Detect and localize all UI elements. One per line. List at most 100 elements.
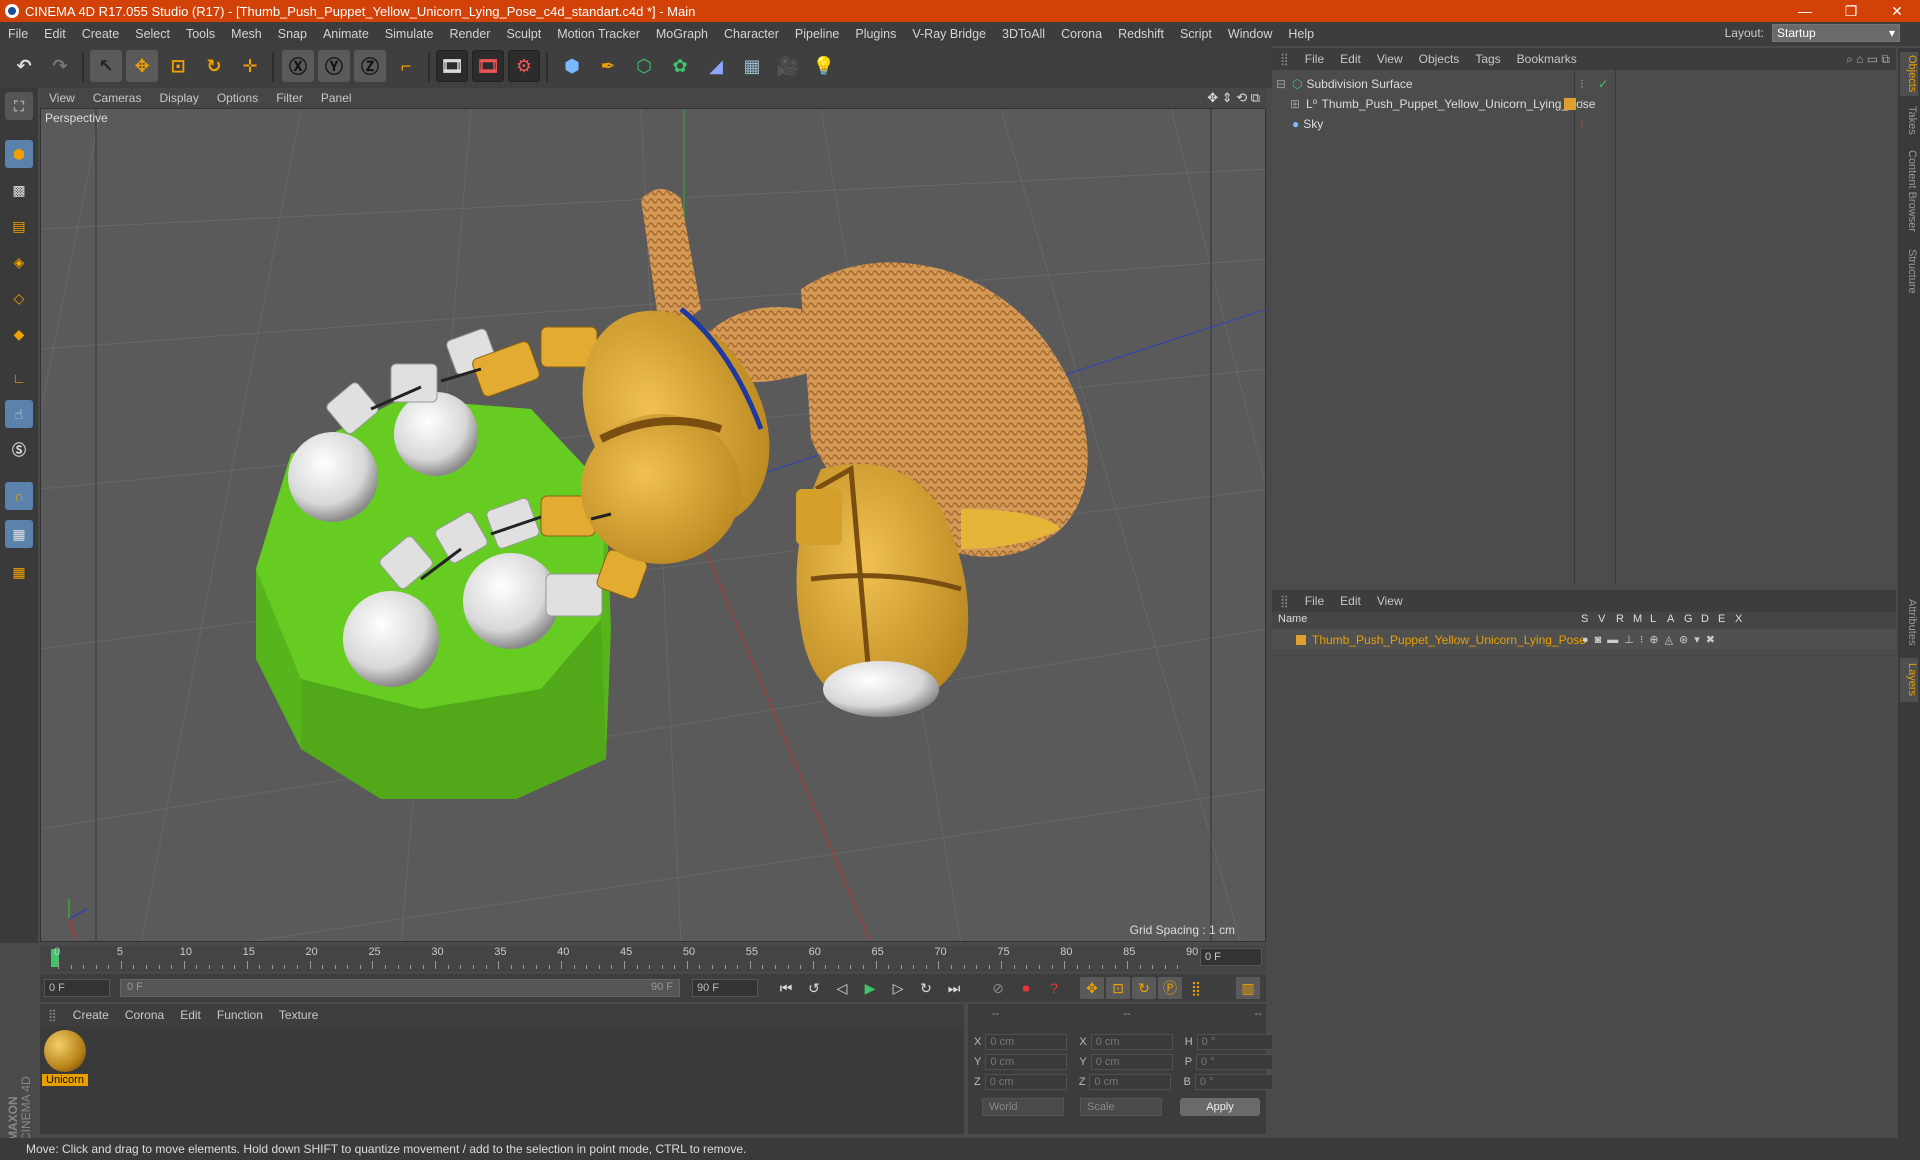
- menu-tools[interactable]: Tools: [178, 27, 223, 41]
- layer-col-solo[interactable]: S: [1581, 613, 1588, 625]
- material-menu-function[interactable]: Function: [209, 1008, 271, 1022]
- light-icon[interactable]: 💡: [808, 50, 840, 82]
- side-tab-structure[interactable]: Structure: [1900, 244, 1918, 298]
- menu-help[interactable]: Help: [1280, 27, 1322, 41]
- previous-frame-icon[interactable]: ◁: [830, 977, 854, 999]
- size-x-field[interactable]: 0 cm: [1090, 1034, 1173, 1050]
- texture-mode-icon[interactable]: ▩: [5, 176, 33, 204]
- menu-redshift[interactable]: Redshift: [1110, 27, 1172, 41]
- key-scale-icon[interactable]: ⊡: [1106, 977, 1130, 999]
- layer-color-icon[interactable]: [1296, 634, 1306, 645]
- objects-menu-edit[interactable]: Edit: [1332, 52, 1369, 66]
- restore-icon[interactable]: ❐: [1828, 0, 1874, 22]
- layer-col-deformers[interactable]: D: [1701, 613, 1709, 625]
- snapping-icon[interactable]: Ⓢ: [5, 436, 33, 464]
- visibility-dots-icon[interactable]: ⁝: [1580, 97, 1584, 111]
- cube-object-icon[interactable]: ⬢: [556, 50, 588, 82]
- magnet-icon[interactable]: ∩: [5, 482, 33, 510]
- autokey-icon[interactable]: ⏺: [1014, 977, 1038, 999]
- viewport-menu-cameras[interactable]: Cameras: [84, 91, 151, 105]
- coordinate-system-icon[interactable]: ⌐: [390, 50, 422, 82]
- material-swatch[interactable]: Unicorn: [42, 1030, 88, 1090]
- polygons-mode-icon[interactable]: ◆: [5, 320, 33, 348]
- redo-icon[interactable]: ↷: [44, 50, 76, 82]
- menu-select[interactable]: Select: [127, 27, 178, 41]
- layer-col-view[interactable]: V: [1598, 613, 1605, 625]
- end-frame-field[interactable]: 90 F: [692, 979, 758, 997]
- menu-pipeline[interactable]: Pipeline: [787, 27, 847, 41]
- menu-3dtoall[interactable]: 3DToAll: [994, 27, 1053, 41]
- position-z-field[interactable]: 0 cm: [984, 1074, 1067, 1090]
- edges-mode-icon[interactable]: ◇: [5, 284, 33, 312]
- side-tab-layers[interactable]: Layers: [1900, 658, 1918, 702]
- object-row-puppet[interactable]: ⊞ L⁰ Thumb_Push_Puppet_Yellow_Unicorn_Ly…: [1272, 94, 1896, 113]
- visibility-dots-icon[interactable]: ⁝: [1580, 117, 1584, 131]
- layer-switches-icon[interactable]: ●◙▬⊥⁝⊕◬⊛▾✖: [1582, 633, 1721, 646]
- objects-menu-view[interactable]: View: [1369, 52, 1411, 66]
- side-tab-takes[interactable]: Takes: [1900, 102, 1918, 138]
- position-x-field[interactable]: 0 cm: [985, 1034, 1068, 1050]
- objects-menu-tags[interactable]: Tags: [1467, 52, 1508, 66]
- z-axis-lock-icon[interactable]: Ⓩ: [354, 50, 386, 82]
- current-frame-field[interactable]: 0 F: [1200, 948, 1262, 966]
- axis-mode-icon[interactable]: ∟: [5, 364, 33, 392]
- viewport-menu-view[interactable]: View: [40, 91, 84, 105]
- render-view-icon[interactable]: 🎞: [436, 50, 468, 82]
- points-mode-icon[interactable]: ◈: [5, 248, 33, 276]
- menu-file[interactable]: File: [0, 27, 36, 41]
- cloner-icon[interactable]: ✿: [664, 50, 696, 82]
- tweak-mode-icon[interactable]: ☝: [5, 400, 33, 428]
- viewport-menu-panel[interactable]: Panel: [312, 91, 361, 105]
- visibility-dots-icon[interactable]: ⁝: [1580, 77, 1584, 91]
- layer-col-animation[interactable]: A: [1667, 613, 1674, 625]
- go-to-start-icon[interactable]: ⏮: [774, 977, 798, 999]
- world-dropdown[interactable]: World: [982, 1098, 1064, 1116]
- undo-icon[interactable]: ↶: [8, 50, 40, 82]
- record-keys-icon[interactable]: ⊘: [986, 977, 1010, 999]
- objects-menu-bookmarks[interactable]: Bookmarks: [1509, 52, 1585, 66]
- material-menu-edit[interactable]: Edit: [172, 1008, 209, 1022]
- menu-plugins[interactable]: Plugins: [847, 27, 904, 41]
- make-editable-icon[interactable]: ⛶: [5, 92, 33, 120]
- menu-snap[interactable]: Snap: [270, 27, 315, 41]
- material-menu-corona[interactable]: Corona: [117, 1008, 172, 1022]
- menu-animate[interactable]: Animate: [315, 27, 377, 41]
- layers-menu-view[interactable]: View: [1369, 594, 1411, 608]
- viewport-menu-display[interactable]: Display: [150, 91, 207, 105]
- menu-mesh[interactable]: Mesh: [223, 27, 270, 41]
- menu-script[interactable]: Script: [1172, 27, 1220, 41]
- locked-workplane-icon[interactable]: ▦: [5, 520, 33, 548]
- layer-col-name[interactable]: Name: [1278, 613, 1307, 625]
- menu-character[interactable]: Character: [716, 27, 787, 41]
- material-tag-icon[interactable]: [1564, 97, 1576, 110]
- object-manager-search-icon[interactable]: ⌕ ⌂ ▭ ⧉: [1846, 52, 1896, 67]
- close-icon[interactable]: ✕: [1874, 0, 1920, 22]
- size-y-field[interactable]: 0 cm: [1090, 1054, 1173, 1070]
- viewport-menu-filter[interactable]: Filter: [267, 91, 312, 105]
- subdivision-surface-icon[interactable]: ⬡: [628, 50, 660, 82]
- side-tab-objects[interactable]: Objects: [1900, 52, 1918, 96]
- play-icon[interactable]: ▶: [858, 977, 882, 999]
- menu-create[interactable]: Create: [74, 27, 128, 41]
- menu-edit[interactable]: Edit: [36, 27, 74, 41]
- layer-col-expressions[interactable]: E: [1718, 613, 1725, 625]
- recent-tool-icon[interactable]: ✛: [234, 50, 266, 82]
- menu-window[interactable]: Window: [1220, 27, 1280, 41]
- objects-menu-file[interactable]: File: [1297, 52, 1332, 66]
- move-tool-icon[interactable]: ✥: [126, 50, 158, 82]
- apply-button[interactable]: Apply: [1180, 1098, 1260, 1116]
- menu-corona[interactable]: Corona: [1053, 27, 1110, 41]
- side-tab-content-browser[interactable]: Content Browser: [1900, 144, 1918, 238]
- floor-environment-icon[interactable]: ▦: [736, 50, 768, 82]
- deformer-icon[interactable]: ◢: [700, 50, 732, 82]
- model-mode-icon[interactable]: ⬢: [5, 140, 33, 168]
- layer-col-render[interactable]: R: [1616, 613, 1624, 625]
- material-menu-create[interactable]: Create: [65, 1008, 117, 1022]
- spline-pen-icon[interactable]: ✒: [592, 50, 624, 82]
- position-y-field[interactable]: 0 cm: [985, 1054, 1068, 1070]
- live-selection-icon[interactable]: ↖: [90, 50, 122, 82]
- scale-dropdown[interactable]: Scale: [1080, 1098, 1162, 1116]
- timeline-window-icon[interactable]: ▥: [1236, 977, 1260, 999]
- object-row-sky[interactable]: ● Sky ⁝: [1272, 114, 1896, 133]
- scale-tool-icon[interactable]: ⊡: [162, 50, 194, 82]
